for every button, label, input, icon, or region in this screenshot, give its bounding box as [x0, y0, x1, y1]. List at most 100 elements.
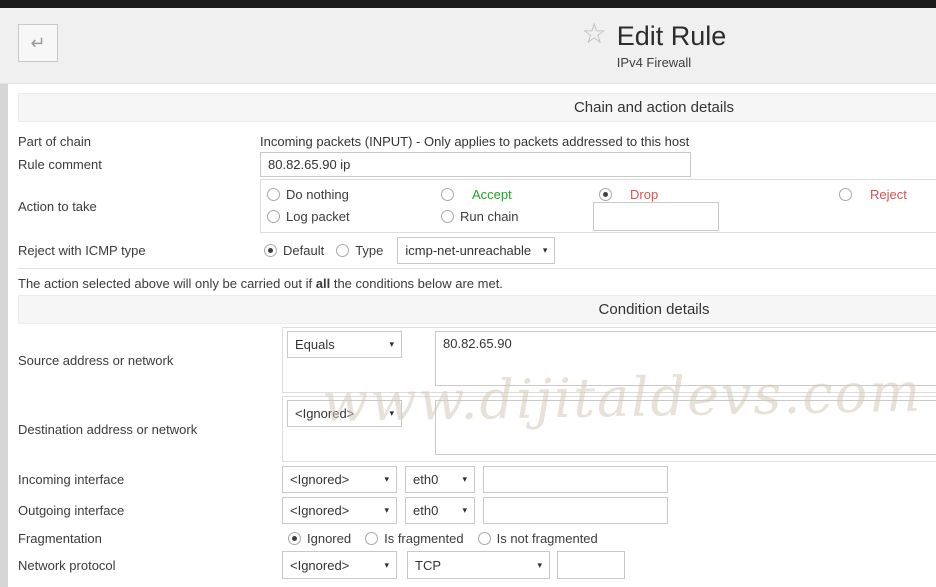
- icmp-type-select[interactable]: icmp-net-unreachable ▾: [397, 237, 555, 264]
- incoming-interface-label: Incoming interface: [18, 472, 282, 487]
- destination-address-textarea[interactable]: [435, 400, 936, 455]
- action-to-take-label: Action to take: [18, 199, 260, 214]
- favorite-star-icon[interactable]: ☆: [582, 18, 607, 49]
- source-address-label: Source address or network: [18, 353, 282, 368]
- destination-address-label: Destination address or network: [18, 422, 282, 437]
- destination-match-select[interactable]: <Ignored> ▾: [287, 400, 402, 427]
- row-network-protocol: Network protocol <Ignored> ▾ TCP ▾: [18, 551, 936, 579]
- incoming-device-value: eth0: [413, 472, 438, 487]
- do-nothing-label: Do nothing: [286, 187, 349, 202]
- source-address-cell: Equals ▾ 80.82.65.90: [282, 327, 936, 393]
- icmp-type-radio[interactable]: [336, 244, 349, 257]
- top-bar: [0, 0, 936, 8]
- protocol-match-value: <Ignored>: [290, 558, 349, 573]
- frag-not-radio[interactable]: [478, 532, 491, 545]
- action-option-drop[interactable]: Drop: [599, 186, 658, 202]
- reject-icmp-label: Reject with ICMP type: [18, 243, 260, 258]
- chevron-down-icon: ▾: [537, 560, 542, 571]
- outgoing-interface-input[interactable]: [483, 497, 668, 524]
- outgoing-device-value: eth0: [413, 503, 438, 518]
- chevron-down-icon: ▾: [384, 505, 389, 516]
- chevron-down-icon: ▾: [389, 339, 394, 350]
- frag-ignored-label: Ignored: [307, 531, 351, 546]
- chevron-down-icon: ▾: [384, 474, 389, 485]
- protocol-select-value: TCP: [415, 558, 441, 573]
- row-action-to-take: Action to take Do nothing Accept Drop: [18, 179, 936, 233]
- row-reject-icmp-type: Reject with ICMP type Default Type icmp-…: [18, 236, 936, 264]
- accept-label: Accept: [472, 187, 512, 202]
- action-option-log-packet[interactable]: Log packet: [267, 208, 350, 224]
- frag-is-label: Is fragmented: [384, 531, 464, 546]
- log-packet-radio[interactable]: [267, 210, 280, 223]
- action-option-do-nothing[interactable]: Do nothing: [267, 186, 349, 202]
- network-protocol-label: Network protocol: [18, 558, 282, 573]
- chevron-down-icon: ▾: [389, 408, 394, 419]
- page-subtitle: IPv4 Firewall: [0, 55, 936, 70]
- outgoing-interface-label: Outgoing interface: [18, 503, 282, 518]
- row-incoming-interface: Incoming interface <Ignored> ▾ eth0 ▾: [18, 466, 936, 493]
- log-packet-label: Log packet: [286, 209, 350, 224]
- do-nothing-radio[interactable]: [267, 188, 280, 201]
- row-source-address: Source address or network Equals ▾ 80.82…: [18, 327, 936, 393]
- incoming-match-value: <Ignored>: [290, 472, 349, 487]
- reject-radio[interactable]: [839, 188, 852, 201]
- section-header-conditions: Condition details: [18, 295, 936, 324]
- incoming-interface-input[interactable]: [483, 466, 668, 493]
- frag-option-ignored[interactable]: Ignored: [288, 531, 351, 546]
- chevron-down-icon: ▾: [543, 245, 548, 256]
- conditions-note: The action selected above will only be c…: [18, 276, 936, 292]
- action-option-run-chain[interactable]: Run chain: [441, 208, 519, 224]
- action-option-accept[interactable]: Accept: [441, 186, 512, 202]
- title-block: ☆ Edit Rule IPv4 Firewall: [0, 17, 936, 70]
- chain-table-divider: [18, 268, 936, 269]
- page-title: Edit Rule: [617, 21, 727, 51]
- row-part-of-chain: Part of chain Incoming packets (INPUT) -…: [18, 131, 936, 151]
- frag-option-is-fragmented[interactable]: Is fragmented: [365, 531, 464, 546]
- part-of-chain-value: Incoming packets (INPUT) - Only applies …: [260, 134, 689, 149]
- rule-comment-label: Rule comment: [18, 157, 260, 172]
- drop-radio[interactable]: [599, 188, 612, 201]
- run-chain-label: Run chain: [460, 209, 519, 224]
- condition-table: Condition details Source address or netw…: [18, 295, 936, 579]
- run-chain-radio[interactable]: [441, 210, 454, 223]
- protocol-port-input[interactable]: [557, 551, 625, 579]
- frag-ignored-radio[interactable]: [288, 532, 301, 545]
- protocol-match-select[interactable]: <Ignored> ▾: [282, 551, 397, 579]
- destination-match-value: <Ignored>: [295, 406, 354, 421]
- fragmentation-label: Fragmentation: [18, 531, 282, 546]
- part-of-chain-label: Part of chain: [18, 134, 260, 149]
- destination-address-cell: <Ignored> ▾: [282, 396, 936, 462]
- frag-not-label: Is not fragmented: [497, 531, 598, 546]
- reject-label: Reject: [870, 187, 907, 202]
- section-header-chain: Chain and action details: [18, 93, 936, 122]
- outgoing-match-value: <Ignored>: [290, 503, 349, 518]
- drop-label: Drop: [630, 187, 658, 202]
- icmp-type-label: Type: [355, 243, 383, 258]
- rule-comment-input[interactable]: [260, 152, 691, 177]
- frag-option-is-not-fragmented[interactable]: Is not fragmented: [478, 531, 598, 546]
- outgoing-device-select[interactable]: eth0 ▾: [405, 497, 475, 524]
- incoming-device-select[interactable]: eth0 ▾: [405, 466, 475, 493]
- source-match-select[interactable]: Equals ▾: [287, 331, 402, 358]
- frag-is-radio[interactable]: [365, 532, 378, 545]
- run-chain-arg-input[interactable]: [593, 202, 719, 231]
- icmp-default-radio[interactable]: [264, 244, 277, 257]
- chevron-down-icon: ▾: [384, 560, 389, 571]
- row-fragmentation: Fragmentation Ignored Is fragmented Is n…: [18, 530, 936, 546]
- accept-radio[interactable]: [441, 188, 454, 201]
- incoming-match-select[interactable]: <Ignored> ▾: [282, 466, 397, 493]
- row-outgoing-interface: Outgoing interface <Ignored> ▾ eth0 ▾: [18, 497, 936, 524]
- outgoing-match-select[interactable]: <Ignored> ▾: [282, 497, 397, 524]
- icmp-default-label: Default: [283, 243, 324, 258]
- source-address-textarea[interactable]: 80.82.65.90: [435, 331, 936, 386]
- action-option-reject[interactable]: Reject: [839, 186, 907, 202]
- icmp-type-select-value: icmp-net-unreachable: [405, 243, 531, 258]
- source-match-value: Equals: [295, 337, 335, 352]
- edit-rule-page: ↵ ☆Edit Rule IPv4 Firewall Chain and act…: [0, 0, 936, 587]
- protocol-select[interactable]: TCP ▾: [407, 551, 550, 579]
- page-header: ↵ ☆Edit Rule IPv4 Firewall: [0, 8, 936, 84]
- row-rule-comment: Rule comment: [18, 151, 936, 177]
- chevron-down-icon: ▾: [462, 505, 467, 516]
- chain-action-table: Chain and action details Part of chain I…: [18, 93, 936, 269]
- content-panel: Chain and action details Part of chain I…: [8, 84, 936, 587]
